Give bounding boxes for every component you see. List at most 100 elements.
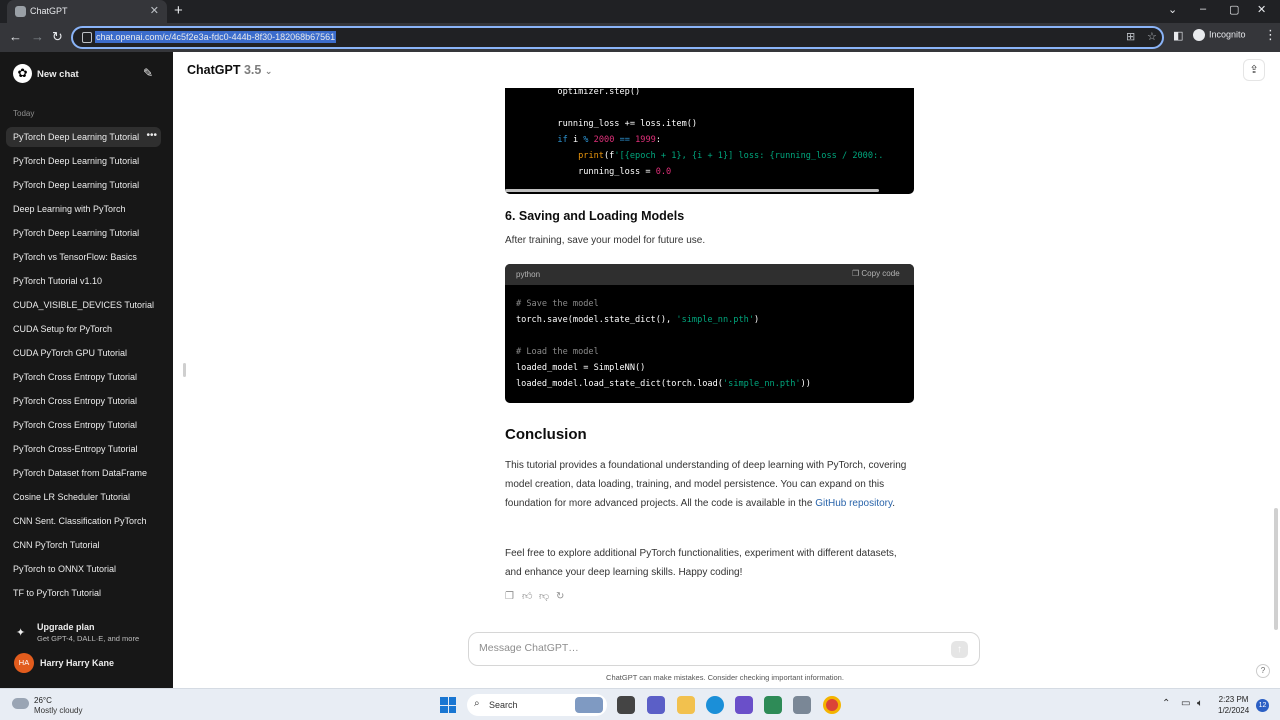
message-input[interactable]: [479, 642, 939, 654]
sidebar-chat-label: PyTorch Dataset from DataFrame: [13, 468, 148, 478]
sidebar-chat-label: PyTorch Cross Entropy Tutorial: [13, 420, 138, 430]
sidebar-chat-item[interactable]: PyTorch Dataset from DataFrame: [6, 463, 161, 483]
sidebar-chat-item[interactable]: CNN Sent. Classification PyTorch: [6, 511, 161, 531]
sidebar-chat-item[interactable]: PyTorch Cross Entropy Tutorial: [6, 391, 161, 411]
sidebar-chat-item[interactable]: PyTorch Cross-Entropy Tutorial: [6, 439, 161, 459]
system-clock[interactable]: 2:23 PM 1/2/2024: [1218, 694, 1249, 716]
back-button[interactable]: ←: [9, 29, 22, 44]
forward-button[interactable]: →: [31, 29, 44, 44]
conclusion-paragraph: This tutorial provides a foundational un…: [505, 457, 915, 513]
sidebar-chat-item[interactable]: CNN PyTorch Tutorial: [6, 535, 161, 555]
temperature: 26°C: [34, 696, 52, 705]
share-button[interactable]: ⇪: [1243, 59, 1265, 81]
url-text[interactable]: chat.openai.com/c/4c5f2e3a-fdc0-444b-8f3…: [95, 31, 337, 43]
upgrade-title: Upgrade plan: [37, 622, 95, 632]
sidebar-chat-label: PyTorch to ONNX Tutorial: [13, 564, 117, 574]
taskbar-search[interactable]: ⌕ Search: [467, 694, 607, 716]
sidebar-chat-label: PyTorch Tutorial v1.10: [13, 276, 103, 286]
browser-tab[interactable]: ChatGPT ✕: [7, 0, 167, 23]
period: .: [892, 497, 896, 509]
address-bar[interactable]: chat.openai.com/c/4c5f2e3a-fdc0-444b-8f3…: [71, 26, 1164, 49]
new-chat-button[interactable]: ✿ New chat ✎: [6, 62, 161, 88]
sidebar-chat-label: Cosine LR Scheduler Tutorial: [13, 492, 131, 502]
model-version: 3.5: [243, 63, 262, 77]
sidebar-chat-label: CUDA_VISIBLE_DEVICES Tutorial: [13, 300, 155, 310]
compose-icon[interactable]: ✎: [143, 66, 153, 80]
tab-search-icon[interactable]: ⌄: [1168, 3, 1177, 16]
excel-icon[interactable]: [764, 696, 782, 714]
sidebar-chat-label: Deep Learning with PyTorch: [13, 204, 126, 214]
sidebar-chat-label: PyTorch Cross Entropy Tutorial: [13, 396, 138, 406]
new-chat-label: New chat: [37, 69, 79, 80]
horizontal-scrollbar[interactable]: [505, 189, 879, 192]
copy-code-button[interactable]: ❐ Copy code: [852, 269, 900, 278]
message-actions: ❐ 👍︎ 👎︎ ↻: [505, 586, 573, 604]
conclusion-heading: Conclusion: [505, 426, 587, 443]
minimize-button[interactable]: –: [1200, 3, 1206, 15]
edge-browser-icon[interactable]: [706, 696, 724, 714]
openai-logo-icon: ✿: [13, 64, 32, 83]
user-name: Harry Harry Kane: [40, 658, 115, 668]
reload-button[interactable]: ↻: [52, 29, 63, 45]
sidebar-chat-item[interactable]: PyTorch Deep Learning Tutorial: [6, 223, 161, 243]
sidebar-chat-item[interactable]: CUDA PyTorch GPU Tutorial: [6, 343, 161, 363]
site-info-icon[interactable]: [82, 32, 92, 43]
thumbs-up-icon[interactable]: 👍︎: [522, 590, 539, 602]
sidebar-chat-item[interactable]: CUDA_VISIBLE_DEVICES Tutorial: [6, 295, 161, 315]
help-button[interactable]: ?: [1256, 664, 1270, 678]
sidebar-chat-item[interactable]: Cosine LR Scheduler Tutorial: [6, 487, 161, 507]
sparkle-icon: ✦: [16, 627, 26, 639]
message-composer: ↑: [468, 632, 980, 666]
sidebar-chat-item[interactable]: PyTorch Tutorial v1.10: [6, 271, 161, 291]
page-scrollbar[interactable]: [1274, 508, 1278, 630]
sidebar-toggle-handle[interactable]: [183, 363, 186, 377]
chrome-icon[interactable]: [823, 696, 841, 714]
sidebar-chat-item[interactable]: PyTorch vs TensorFlow: Basics: [6, 247, 161, 267]
search-label: Search: [489, 700, 518, 710]
close-tab-icon[interactable]: ✕: [150, 4, 159, 17]
new-tab-button[interactable]: +: [174, 2, 183, 19]
task-view-icon[interactable]: [617, 696, 635, 714]
copy-code-label: Copy code: [861, 269, 900, 278]
sidebar-chat-item[interactable]: CUDA Setup for PyTorch: [6, 319, 161, 339]
regenerate-icon[interactable]: ↻: [556, 591, 573, 602]
sidebar-chat-label: PyTorch Deep Learning Tutorial: [13, 180, 140, 190]
vpn-app-icon[interactable]: [735, 696, 753, 714]
close-window-button[interactable]: ✕: [1257, 3, 1266, 16]
tray-chevron-icon[interactable]: ⌃: [1162, 698, 1170, 709]
sidebar-chat-item[interactable]: PyTorch Cross Entropy Tutorial: [6, 367, 161, 387]
network-icon[interactable]: ▭: [1181, 698, 1190, 709]
paragraph: After training, save your model for futu…: [505, 235, 706, 246]
sidebar-chat-item[interactable]: PyTorch Deep Learning Tutorial: [6, 151, 161, 171]
side-panel-icon[interactable]: ◧: [1173, 29, 1183, 42]
cloud-icon: [12, 698, 29, 709]
model-selector[interactable]: ChatGPT 3.5 ⌄: [187, 63, 272, 77]
sidebar-chat-item[interactable]: Deep Learning with PyTorch: [6, 199, 161, 219]
notification-badge[interactable]: 12: [1256, 699, 1269, 712]
copy-icon[interactable]: ❐: [505, 591, 522, 602]
browser-menu-icon[interactable]: ⋮: [1264, 27, 1277, 43]
sidebar-chat-item[interactable]: PyTorch Cross Entropy Tutorial: [6, 415, 161, 435]
file-explorer-icon[interactable]: [677, 696, 695, 714]
upgrade-plan-button[interactable]: ✦ Upgrade plan Get GPT-4, DALL·E, and mo…: [10, 619, 165, 649]
send-button[interactable]: ↑: [951, 641, 968, 658]
github-repository-link[interactable]: GitHub repository: [815, 498, 892, 509]
sidebar-chat-item[interactable]: PyTorch Deep Learning Tutorial •••: [6, 127, 161, 147]
teams-chat-icon[interactable]: [647, 696, 665, 714]
sidebar-chat-item[interactable]: PyTorch to ONNX Tutorial: [6, 559, 161, 579]
sidebar-chat-item[interactable]: TF to PyTorch Tutorial: [6, 583, 161, 603]
remote-desktop-icon[interactable]: [793, 696, 811, 714]
search-highlight-icon: [575, 697, 603, 713]
code-language: python: [516, 270, 541, 279]
sidebar: ✿ New chat ✎ Today PyTorch Deep Learning…: [0, 52, 173, 688]
maximize-button[interactable]: ▢: [1229, 3, 1239, 16]
bookmark-star-icon[interactable]: ☆: [1147, 30, 1157, 43]
incognito-profile[interactable]: Incognito: [1193, 29, 1246, 41]
start-button[interactable]: [440, 697, 456, 713]
install-app-icon[interactable]: ⊞: [1126, 30, 1135, 43]
sidebar-chat-item[interactable]: PyTorch Deep Learning Tutorial: [6, 175, 161, 195]
thumbs-down-icon[interactable]: 👎︎: [539, 590, 556, 602]
volume-icon[interactable]: 🔈︎: [1197, 698, 1203, 709]
weather-condition: Mostly cloudy: [34, 706, 83, 715]
more-options-icon[interactable]: •••: [146, 130, 157, 141]
